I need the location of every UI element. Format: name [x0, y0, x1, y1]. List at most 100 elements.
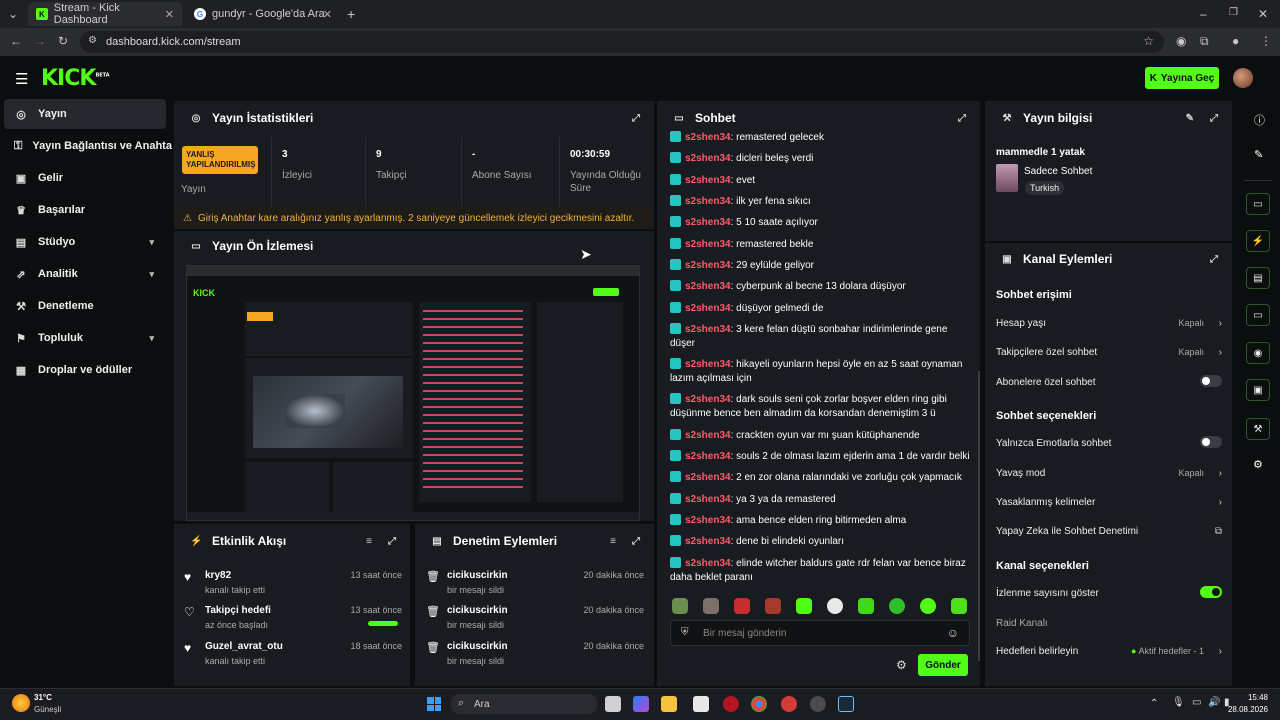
clock-time[interactable]: 15:48: [1230, 693, 1268, 702]
emote-icon[interactable]: [734, 598, 750, 614]
setting-followers-only[interactable]: Takipçilere özel sohbet Kapalı ›: [996, 347, 1226, 358]
chat-username[interactable]: s2shen34: [685, 536, 731, 547]
emote-icon[interactable]: [858, 598, 874, 614]
volume-icon[interactable]: 🔊: [1208, 697, 1220, 708]
tab-list-icon[interactable]: ⌄: [8, 7, 18, 21]
tab-kick-dashboard[interactable]: K Stream - Kick Dashboard ✕: [28, 2, 182, 26]
sidebar-item-community[interactable]: ⚑ Topluluk ▾: [4, 323, 166, 353]
chat-username[interactable]: s2shen34: [685, 359, 731, 370]
rail-settings-icon[interactable]: ⚙: [1253, 458, 1263, 471]
emote-only-toggle[interactable]: [1200, 436, 1222, 448]
chat-username[interactable]: s2shen34: [685, 217, 731, 228]
rail-layout-icon[interactable]: ▣: [1246, 379, 1270, 401]
chat-scrollbar[interactable]: [978, 371, 980, 661]
chat-username[interactable]: s2shen34: [685, 430, 731, 441]
profile-icon[interactable]: ●: [1232, 34, 1239, 48]
minimize-icon[interactable]: –: [1200, 7, 1207, 21]
emote-icon[interactable]: [951, 598, 967, 614]
shield-extension-icon[interactable]: ◉: [1176, 34, 1186, 48]
restore-icon[interactable]: ❐: [1229, 7, 1238, 18]
clock-date[interactable]: 28.08.2026: [1226, 705, 1268, 714]
site-info-icon[interactable]: ⚙: [88, 35, 97, 46]
chat-username[interactable]: s2shen34: [685, 132, 731, 143]
store-icon[interactable]: [693, 696, 709, 712]
app-gray-icon[interactable]: [810, 696, 826, 712]
go-live-button[interactable]: K Yayına Geç: [1145, 67, 1219, 89]
rail-wrench-icon[interactable]: ⚒: [1246, 418, 1270, 440]
chat-username[interactable]: s2shen34: [685, 196, 731, 207]
emote-icon[interactable]: [796, 598, 812, 614]
rail-record-icon[interactable]: ◉: [1246, 342, 1270, 364]
emote-icon[interactable]: [920, 598, 936, 614]
chat-username[interactable]: s2shen34: [685, 303, 731, 314]
tray-chevron-icon[interactable]: ⌃: [1150, 698, 1158, 709]
sidebar-item-revenue[interactable]: ▣ Gelir: [4, 163, 166, 193]
filter-icon[interactable]: ≡: [610, 536, 616, 547]
edit-icon[interactable]: ✎: [1254, 148, 1263, 161]
sidebar-item-drops[interactable]: ▦ Droplar ve ödüller: [4, 355, 166, 385]
chat-username[interactable]: s2shen34: [685, 394, 731, 405]
setting-raid-channel[interactable]: Raid Kanalı: [996, 618, 1226, 629]
setting-account-age[interactable]: Hesap yaşı Kapalı ›: [996, 318, 1226, 329]
chat-username[interactable]: s2shen34: [685, 153, 731, 164]
extensions-icon[interactable]: ⧉: [1200, 34, 1209, 49]
chat-username[interactable]: s2shen34: [685, 494, 731, 505]
back-icon[interactable]: ←: [10, 34, 22, 48]
url-input[interactable]: ⚙ dashboard.kick.com/stream ☆: [80, 31, 1164, 53]
reload-icon[interactable]: ↻: [58, 34, 68, 48]
setting-slow-mode[interactable]: Yavaş mod Kapalı ›: [996, 468, 1226, 479]
close-window-icon[interactable]: ✕: [1258, 7, 1268, 21]
chat-username[interactable]: s2shen34: [685, 472, 731, 483]
bookmark-star-icon[interactable]: ☆: [1143, 34, 1154, 48]
rail-clipboard-icon[interactable]: ▤: [1246, 267, 1270, 289]
close-tab-icon[interactable]: ✕: [323, 8, 332, 21]
setting-ai-moderation[interactable]: Yapay Zeka ile Sohbet Denetimi ⧉: [996, 526, 1226, 537]
expand-icon[interactable]: ⤢: [1210, 113, 1218, 124]
menu-dots-icon[interactable]: ⋮: [1260, 34, 1272, 48]
setting-goals[interactable]: Hedefleri belirleyin ● Aktif hedefler - 1…: [996, 646, 1226, 657]
chat-message-input[interactable]: ⛨ Bir mesaj gönderin ☺: [670, 620, 970, 646]
emoji-picker-icon[interactable]: ☺: [947, 626, 959, 640]
forward-icon[interactable]: →: [34, 34, 46, 48]
stream-preview-video[interactable]: KICK: [186, 265, 640, 521]
kick-logo[interactable]: KICKBETA: [41, 66, 110, 91]
chat-settings-gear-icon[interactable]: ⚙: [896, 658, 907, 672]
taskbar-search[interactable]: ⌕ Ara: [450, 694, 598, 714]
chat-username[interactable]: s2shen34: [685, 515, 731, 526]
chat-username[interactable]: s2shen34: [685, 260, 731, 271]
close-tab-icon[interactable]: ✕: [165, 8, 174, 21]
expand-icon[interactable]: ⤢: [632, 536, 640, 547]
expand-icon[interactable]: ⤢: [958, 113, 966, 124]
chat-username[interactable]: s2shen34: [685, 451, 731, 462]
category-name[interactable]: Sadece Sohbet: [1024, 166, 1092, 177]
copilot-icon[interactable]: [633, 696, 649, 712]
sidebar-item-achievements[interactable]: ♛ Başarılar: [4, 195, 166, 225]
emote-icon[interactable]: [889, 598, 905, 614]
tab-google-search[interactable]: G gundyr - Google'da Ara ✕: [186, 2, 340, 26]
steam-icon[interactable]: [838, 696, 854, 712]
chat-username[interactable]: s2shen34: [685, 175, 731, 186]
emote-icon[interactable]: [672, 598, 688, 614]
microphone-icon[interactable]: 🎙: [1172, 697, 1185, 708]
filter-icon[interactable]: ≡: [366, 536, 372, 547]
sidebar-item-analytics[interactable]: ⇗ Analitik ▾: [4, 259, 166, 289]
hamburger-menu-icon[interactable]: ☰: [15, 70, 28, 88]
chat-username[interactable]: s2shen34: [685, 558, 731, 569]
subs-only-toggle[interactable]: [1200, 375, 1222, 387]
show-viewers-toggle[interactable]: [1200, 586, 1222, 598]
chat-username[interactable]: s2shen34: [685, 239, 731, 250]
emote-icon[interactable]: [827, 598, 843, 614]
edit-pencil-icon[interactable]: ✎: [1186, 113, 1194, 124]
chrome-icon[interactable]: [751, 696, 767, 712]
rail-chat-icon[interactable]: ▭: [1246, 304, 1270, 326]
network-icon[interactable]: ▭: [1192, 697, 1201, 708]
user-avatar[interactable]: [1233, 68, 1253, 88]
app-red-icon[interactable]: [723, 696, 739, 712]
emote-icon[interactable]: [765, 598, 781, 614]
sidebar-item-stream-key[interactable]: ⚿ Yayın Bağlantısı ve Anahtarı: [4, 131, 172, 161]
chat-username[interactable]: s2shen34: [685, 281, 731, 292]
expand-icon[interactable]: ⤢: [1210, 254, 1218, 265]
sidebar-item-studio[interactable]: ▤ Stüdyo ▾: [4, 227, 166, 257]
emote-icon[interactable]: [703, 598, 719, 614]
taskview-icon[interactable]: [605, 696, 621, 712]
